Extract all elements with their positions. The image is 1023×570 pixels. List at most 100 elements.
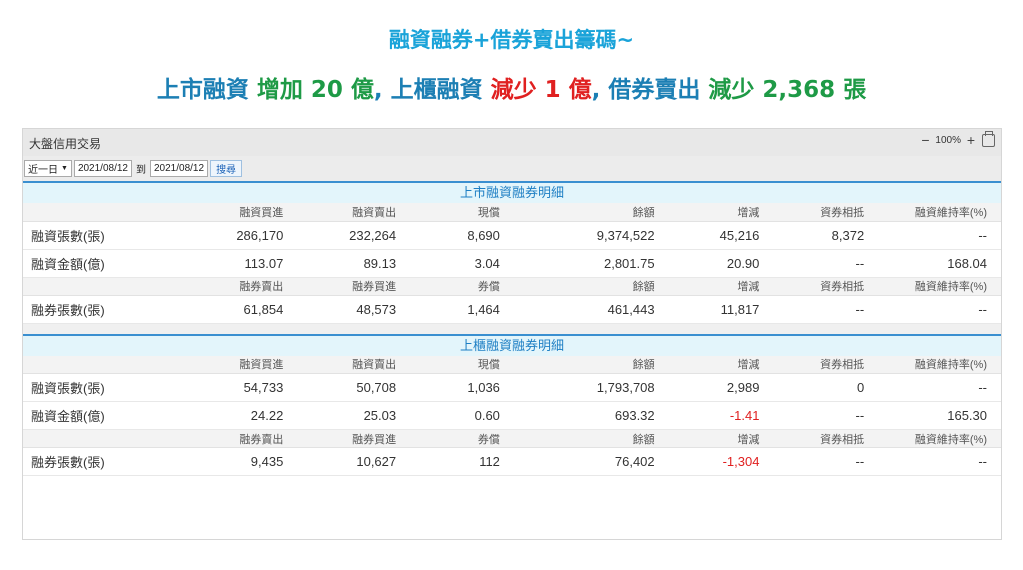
header-cell: 融資維持率(%) [878,355,1001,374]
header-cell: 資券相抵 [773,203,879,222]
headline-otc-change: 減少 1 億 [490,77,592,103]
table-header-row: 融券賣出 融券買進 券償 餘額 增減 資券相抵 融資維持率(%) [23,277,1001,296]
table-cell: 9,374,522 [513,221,669,250]
table-cell: 45,216 [668,221,774,250]
search-button[interactable]: 搜尋 [210,160,243,177]
header-cell: 增減 [668,203,774,222]
table-cell: 25.03 [297,401,411,430]
header-cell: 融資維持率(%) [878,277,1001,296]
header-cell: 餘額 [513,429,669,448]
header-cell: 券償 [410,277,514,296]
table-cell: 165.30 [878,401,1001,430]
header-cell: 增減 [668,355,774,374]
table-cell: 1,036 [410,373,514,402]
header-cell: 增減 [668,277,774,296]
table-row: 融券張數(張) 9,435 10,627 112 76,402 -1,304 -… [23,447,1001,476]
period-select[interactable]: 近一日 ▼ [24,160,72,177]
header-cell: 資券相抵 [773,277,879,296]
header-cell: 融資賣出 [297,355,411,374]
table-cell: -- [773,249,879,278]
table-cell: -- [878,373,1001,402]
table-cell: -1.41 [668,401,774,430]
print-icon [981,130,995,147]
section-divider [23,323,1001,334]
panel-title: 大盤信用交易 [29,137,102,151]
header-cell: 融券賣出 [182,277,298,296]
header-cell: 資券相抵 [773,429,879,448]
otc-section-title: 上櫃融資融券明細 [23,333,1001,356]
chevron-down-icon: ▼ [61,165,68,172]
table-cell: 1,464 [410,295,514,324]
header-cell: 餘額 [513,355,669,374]
table-cell: -- [878,447,1001,476]
table-cell: 113.07 [182,249,298,278]
row-label: 融券張數(張) [23,447,183,476]
header-cell [23,429,183,448]
table-cell: 0 [773,373,879,402]
table-cell: 48,573 [297,295,411,324]
table-cell: -- [773,401,879,430]
header-cell: 餘額 [513,277,669,296]
table-cell: 76,402 [513,447,669,476]
table-cell: 2,989 [668,373,774,402]
table-cell: 1,793,708 [513,373,669,402]
table-header-row: 融資買進 融資賣出 現償 餘額 增減 資券相抵 融資維持率(%) [23,203,1001,222]
table-cell: 24.22 [182,401,298,430]
header-cell: 增減 [668,429,774,448]
end-date-input[interactable]: 2021/08/12 [150,160,209,177]
table-row: 融資金額(億) 24.22 25.03 0.60 693.32 -1.41 --… [23,401,1001,430]
header-cell: 餘額 [513,203,669,222]
table-cell: 50,708 [297,373,411,402]
table-cell: 89.13 [297,249,411,278]
table-row: 融資張數(張) 286,170 232,264 8,690 9,374,522 … [23,221,1001,250]
table-cell: -- [773,295,879,324]
table-cell: 232,264 [297,221,411,250]
header-cell: 融券買進 [297,429,411,448]
header-cell [23,277,183,296]
row-label: 融資金額(億) [23,249,183,278]
row-label: 融資金額(億) [23,401,183,430]
margin-trading-panel: 大盤信用交易 − 100% + 近一日 ▼ 2021/08/12 到 2021/0… [22,128,1002,540]
table-cell: 286,170 [182,221,298,250]
otc-table: 融資買進 融資賣出 現償 餘額 增減 資券相抵 融資維持率(%) 融資張數(張)… [23,355,1001,476]
header-cell: 融資維持率(%) [878,203,1001,222]
start-date-input[interactable]: 2021/08/12 [73,160,132,177]
header-cell: 融券賣出 [182,429,298,448]
print-button[interactable] [981,130,995,147]
table-cell: 112 [410,447,514,476]
table-cell: 8,690 [410,221,514,250]
table-cell: 20.90 [668,249,774,278]
header-cell: 融券買進 [297,277,411,296]
table-cell: -- [878,221,1001,250]
row-label: 融資張數(張) [23,373,183,402]
headline-title: 融資融券+借券賣出籌碼~ [388,28,635,52]
zoom-level: 100% [935,134,961,146]
headline-short-change: 減少 2,368 張 [708,77,867,103]
table-cell: 9,435 [182,447,298,476]
table-cell: 61,854 [182,295,298,324]
zoom-tools: − 100% + [918,130,995,147]
panel-title-bar: 大盤信用交易 − 100% + [23,129,1001,156]
header-cell: 現償 [410,203,514,222]
table-cell: 0.60 [410,401,514,430]
table-cell: 3.04 [410,249,514,278]
header-cell [23,203,183,222]
minus-icon[interactable]: − [918,133,932,147]
table-cell: -1,304 [668,447,774,476]
table-header-row: 融券賣出 融券買進 券償 餘額 增減 資券相抵 融資維持率(%) [23,429,1001,448]
header-cell: 融資買進 [182,355,298,374]
header-cell: 資券相抵 [773,355,879,374]
table-row: 融資金額(億) 113.07 89.13 3.04 2,801.75 20.90… [23,249,1001,278]
table-cell: 2,801.75 [513,249,669,278]
table-row: 融券張數(張) 61,854 48,573 1,464 461,443 11,8… [23,295,1001,324]
plus-icon[interactable]: + [964,133,978,147]
table-cell: 10,627 [297,447,411,476]
headline-listed-label: 上市融資 [156,77,249,103]
table-cell: -- [878,295,1001,324]
row-label: 融券張數(張) [23,295,183,324]
table-row: 融資張數(張) 54,733 50,708 1,036 1,793,708 2,… [23,373,1001,402]
table-cell: 11,817 [668,295,774,324]
headline-listed-change: 增加 20 億 [256,77,374,103]
headline-otc-label: , 上櫃融資 [373,77,483,103]
table-cell: 461,443 [513,295,669,324]
